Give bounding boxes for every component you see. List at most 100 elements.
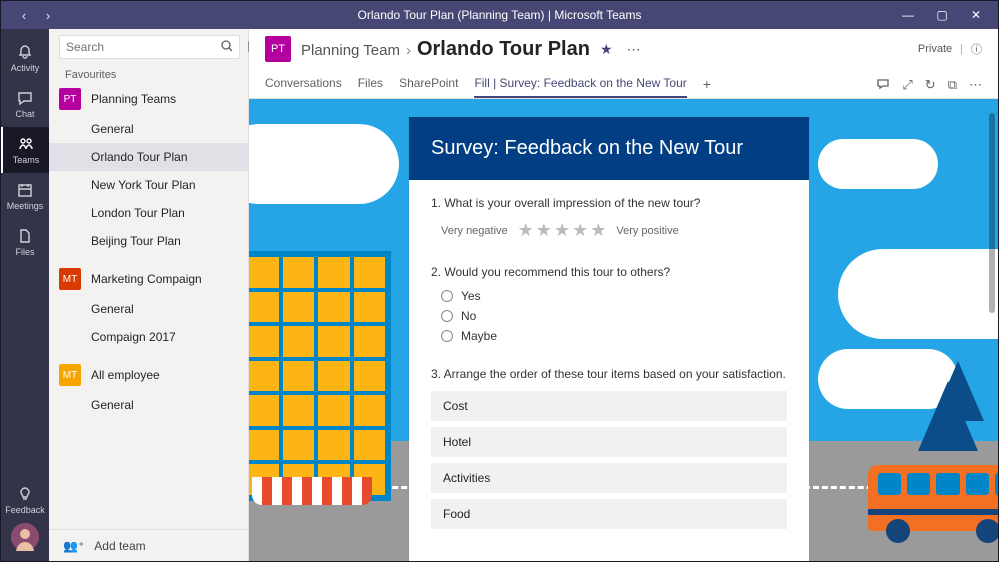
apprail-teams-label: Teams <box>13 155 40 165</box>
tab-reload-icon[interactable]: ↻ <box>925 77 936 94</box>
team-name: Marketing Compaign <box>91 272 202 286</box>
header-team-badge: PT <box>265 36 291 62</box>
add-team-button[interactable]: 👥⁺ Add team <box>49 529 248 561</box>
q1-text: 1. What is your overall impression of th… <box>431 196 787 210</box>
channel-general[interactable]: General <box>49 391 248 419</box>
q3-item-activities[interactable]: Activities <box>431 463 787 493</box>
chevron-right-icon: › <box>406 42 411 59</box>
chat-icon <box>16 89 34 107</box>
content-scrollbar[interactable] <box>989 113 995 313</box>
star-icon[interactable]: ★ <box>572 220 588 241</box>
nav-forward-icon[interactable]: › <box>39 8 57 23</box>
star-icon[interactable]: ★ <box>518 220 534 241</box>
survey-q3: 3. Arrange the order of these tour items… <box>431 367 787 529</box>
apprail-chat-label: Chat <box>15 109 34 119</box>
survey-panel: Survey: Feedback on the New Tour 1. What… <box>409 117 809 561</box>
q2-option-label: Maybe <box>461 329 497 343</box>
star-icon[interactable]: ★ <box>590 220 606 241</box>
team-badge: MT <box>59 268 81 290</box>
tab-fill-survey[interactable]: Fill | Survey: Feedback on the New Tour <box>474 76 686 98</box>
q2-option-yes[interactable]: Yes <box>441 289 787 303</box>
breadcrumb: Planning Team › Orlando Tour Plan <box>301 38 590 61</box>
team-all-employee[interactable]: MT All employee <box>49 359 248 391</box>
apprail-meetings-label: Meetings <box>7 201 44 211</box>
apprail-feedback-label: Feedback <box>5 505 45 515</box>
lightbulb-icon <box>16 485 34 503</box>
search-icon[interactable] <box>221 40 233 55</box>
channel-new-york-tour-plan[interactable]: New York Tour Plan <box>49 171 248 199</box>
q1-star-rating[interactable]: ★ ★ ★ ★ ★ <box>518 220 607 241</box>
q3-item-cost[interactable]: Cost <box>431 391 787 421</box>
main-column: PT Planning Team › Orlando Tour Plan ★ ⋯… <box>249 29 998 561</box>
files-icon <box>16 227 34 245</box>
team-badge: MT <box>59 364 81 386</box>
team-name: Planning Teams <box>91 92 176 106</box>
team-list-sidebar: Favourites PT Planning Teams General Orl… <box>49 29 249 561</box>
app-rail: Activity Chat Teams Meetings Files Feedb… <box>1 29 49 561</box>
add-team-icon: 👥⁺ <box>63 539 84 553</box>
apprail-activity-label: Activity <box>11 63 40 73</box>
add-tab-icon[interactable]: + <box>703 76 711 98</box>
bus-illustration <box>868 465 998 531</box>
window-title: Orlando Tour Plan (Planning Team) | Micr… <box>358 8 642 22</box>
window-maximize-icon[interactable]: ▢ <box>934 8 950 22</box>
tab-sharepoint[interactable]: SharePoint <box>399 76 458 98</box>
tab-conversations[interactable]: Conversations <box>265 76 342 98</box>
window-titlebar: ‹ › Orlando Tour Plan (Planning Team) | … <box>1 1 998 29</box>
q3-item-hotel[interactable]: Hotel <box>431 427 787 457</box>
channel-general[interactable]: General <box>49 115 248 143</box>
info-icon[interactable]: ⓘ <box>971 41 982 57</box>
apprail-chat[interactable]: Chat <box>1 81 49 127</box>
favourites-label: Favourites <box>49 65 248 83</box>
bell-icon <box>16 43 34 61</box>
apprail-meetings[interactable]: Meetings <box>1 173 49 219</box>
user-avatar[interactable] <box>11 523 39 551</box>
apprail-files-label: Files <box>15 247 34 257</box>
breadcrumb-current: Orlando Tour Plan <box>417 38 590 61</box>
apprail-files[interactable]: Files <box>1 219 49 265</box>
star-icon[interactable]: ★ <box>536 220 552 241</box>
q1-max-label: Very positive <box>616 225 678 237</box>
tab-chat-icon[interactable] <box>876 77 890 94</box>
survey-title: Survey: Feedback on the New Tour <box>409 117 809 180</box>
tab-content: Survey: Feedback on the New Tour 1. What… <box>249 99 998 561</box>
tab-expand-icon[interactable]: ⤢ <box>902 77 912 94</box>
q2-option-no[interactable]: No <box>441 309 787 323</box>
window-minimize-icon[interactable]: — <box>900 8 916 22</box>
breadcrumb-parent[interactable]: Planning Team <box>301 42 400 59</box>
channel-general[interactable]: General <box>49 295 248 323</box>
search-input[interactable] <box>66 36 221 58</box>
radio-icon <box>441 310 453 322</box>
add-team-label: Add team <box>94 539 145 553</box>
tab-bar: Conversations Files SharePoint Fill | Su… <box>249 69 998 99</box>
survey-q1: 1. What is your overall impression of th… <box>431 196 787 241</box>
radio-icon <box>441 330 453 342</box>
star-icon[interactable]: ★ <box>554 220 570 241</box>
q2-option-label: No <box>461 309 476 323</box>
channel-compaign-2017[interactable]: Compaign 2017 <box>49 323 248 351</box>
favourite-star-icon[interactable]: ★ <box>600 41 613 58</box>
apprail-activity[interactable]: Activity <box>1 35 49 81</box>
apprail-teams[interactable]: Teams <box>1 127 49 173</box>
window-close-icon[interactable]: ✕ <box>968 8 984 22</box>
channel-london-tour-plan[interactable]: London Tour Plan <box>49 199 248 227</box>
team-planning-teams[interactable]: PT Planning Teams <box>49 83 248 115</box>
search-box[interactable] <box>59 35 240 59</box>
radio-icon <box>441 290 453 302</box>
tab-files[interactable]: Files <box>358 76 383 98</box>
q3-item-food[interactable]: Food <box>431 499 787 529</box>
apprail-feedback[interactable]: Feedback <box>1 477 49 523</box>
team-badge: PT <box>59 88 81 110</box>
channel-more-icon[interactable]: ⋯ <box>627 41 641 58</box>
q2-option-maybe[interactable]: Maybe <box>441 329 787 343</box>
team-marketing-compaign[interactable]: MT Marketing Compaign <box>49 263 248 295</box>
tab-popout-icon[interactable]: ⧉ <box>948 77 957 94</box>
teams-icon <box>17 135 35 153</box>
channel-beijing-tour-plan[interactable]: Beijing Tour Plan <box>49 227 248 255</box>
channel-header: PT Planning Team › Orlando Tour Plan ★ ⋯… <box>249 29 998 69</box>
nav-back-icon[interactable]: ‹ <box>15 8 33 23</box>
channel-orlando-tour-plan[interactable]: Orlando Tour Plan <box>49 143 248 171</box>
person-icon <box>11 523 39 551</box>
privacy-label: Private <box>918 43 952 55</box>
tab-more-icon[interactable]: ⋯ <box>969 77 982 94</box>
